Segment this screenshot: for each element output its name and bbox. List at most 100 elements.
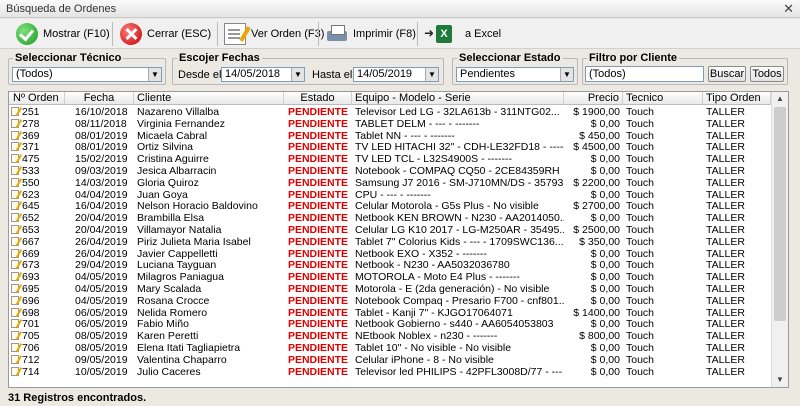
tipo-orden-cell: TALLER <box>706 141 745 154</box>
table-row[interactable]: 669 26/04/2019 Javier Cappelletti PENDIENTE… <box>9 248 771 260</box>
edit-order-icon[interactable] <box>11 154 19 164</box>
table-row[interactable]: 623 04/04/2019 Juan Goya PENDIENTE CPU - ---… <box>9 189 771 201</box>
estado-cell: PENDIENTE <box>287 294 349 307</box>
tecnico-cell: Touch <box>626 188 655 201</box>
edit-order-icon[interactable] <box>11 236 19 246</box>
edit-order-icon[interactable] <box>11 177 19 187</box>
todos-button[interactable]: Todos <box>750 66 784 82</box>
table-row[interactable]: 371 08/01/2019 Ortiz Silvina PENDIENTE TV LE… <box>9 141 771 153</box>
header-fecha[interactable]: Fecha <box>65 92 134 105</box>
mostrar-button[interactable]: Mostrar (F10) <box>16 21 110 47</box>
table-row[interactable]: 278 08/11/2018 Virginia Fernandez PENDIENTE… <box>9 118 771 130</box>
estado-cell: PENDIENTE <box>287 141 349 154</box>
header-equipo[interactable]: Equipo - Modelo - Serie <box>352 92 564 105</box>
header-estado[interactable]: Estado <box>284 92 352 105</box>
ver-orden-button[interactable]: Ver Orden (F3) <box>224 21 324 47</box>
orden-number: 705 <box>22 330 40 343</box>
table-row[interactable]: 705 08/05/2019 Karen Peretti PENDIENTE NEtbo… <box>9 330 771 342</box>
cerrar-label: Cerrar (ESC) <box>147 28 212 40</box>
tecnico-cell: Touch <box>626 117 655 130</box>
edit-order-icon[interactable] <box>11 342 19 352</box>
table-row[interactable]: 533 09/03/2019 Jesica Albarracin PENDIENTE N… <box>9 165 771 177</box>
edit-order-icon[interactable] <box>11 118 19 128</box>
tipo-orden-cell: TALLER <box>706 117 745 130</box>
tecnico-cell: Touch <box>626 153 655 166</box>
edit-order-icon[interactable] <box>11 130 19 140</box>
edit-order-icon[interactable] <box>11 165 19 175</box>
edit-order-icon[interactable] <box>11 272 19 282</box>
imprimir-button[interactable]: Imprimir (F8) <box>326 21 416 47</box>
table-row[interactable]: 698 06/05/2019 Nelida Romero PENDIENTE Table… <box>9 307 771 319</box>
edit-order-icon[interactable] <box>11 189 19 199</box>
header-orden[interactable]: Nº Orden <box>9 92 65 105</box>
table-row[interactable]: 251 16/10/2018 Nazareno Villalba PENDIENTE T… <box>9 106 771 118</box>
cliente-cell: Villamayor Natalia <box>137 223 222 236</box>
scroll-up-icon[interactable]: ▲ <box>772 92 788 106</box>
edit-order-icon[interactable] <box>11 224 19 234</box>
vertical-scrollbar[interactable]: ▲ ▼ <box>771 92 788 387</box>
edit-order-icon[interactable] <box>11 260 19 270</box>
orden-cell: 712 <box>9 354 65 366</box>
edit-order-icon[interactable] <box>11 248 19 258</box>
scroll-down-icon[interactable]: ▼ <box>772 373 788 387</box>
estado-cell: PENDIENTE <box>287 259 349 272</box>
table-row[interactable]: 653 20/04/2019 Villamayor Natalia PENDIENTE… <box>9 224 771 236</box>
table-row[interactable]: 550 14/03/2019 Gloria Quiroz PENDIENTE Samsu… <box>9 177 771 189</box>
table-row[interactable]: 696 04/05/2019 Rosana Crocce PENDIENTE Noteb… <box>9 295 771 307</box>
precio-cell: $ 0,00 <box>590 341 620 354</box>
close-window-icon[interactable]: ✕ <box>783 1 794 17</box>
edit-order-icon[interactable] <box>11 142 19 152</box>
edit-order-icon[interactable] <box>11 283 19 293</box>
header-tipo-orden[interactable]: Tipo Orden <box>703 92 771 105</box>
table-row[interactable]: 645 16/04/2019 Nelson Horacio Baldovino PEN… <box>9 200 771 212</box>
table-row[interactable]: 714 10/05/2019 Julio Caceres PENDIENTE Telev… <box>9 366 771 378</box>
equipo-cell: Motorola - E (2da generación) - No visib… <box>355 282 550 295</box>
header-tecnico[interactable]: Tecnico <box>623 92 703 105</box>
table-row[interactable]: 712 09/05/2019 Valentina Chaparro PENDIENTE… <box>9 354 771 366</box>
desde-date-picker[interactable]: 14/05/2018 ▼ <box>221 67 305 82</box>
precio-cell: $ 0,00 <box>590 365 620 378</box>
table-row[interactable]: 652 20/04/2019 Brambilla Elsa PENDIENTE Netb… <box>9 212 771 224</box>
precio-cell: $ 0,00 <box>590 259 620 272</box>
edit-order-icon[interactable] <box>11 354 19 364</box>
table-row[interactable]: 706 08/05/2019 Elena Itati Tagliapietra PEN… <box>9 342 771 354</box>
excel-button[interactable]: a Excel <box>424 21 501 47</box>
table-row[interactable]: 369 08/01/2019 Micaela Cabral PENDIENTE Tabl… <box>9 130 771 142</box>
edit-order-icon[interactable] <box>11 107 19 116</box>
fecha-cell: 10/05/2019 <box>75 365 128 378</box>
edit-order-icon[interactable] <box>11 366 19 376</box>
orden-cell: 696 <box>9 295 65 307</box>
edit-order-icon[interactable] <box>11 331 19 341</box>
edit-order-icon[interactable] <box>11 213 19 223</box>
hasta-value: 14/05/2019 <box>357 68 413 80</box>
chevron-down-icon[interactable]: ▼ <box>425 68 438 81</box>
edit-order-icon[interactable] <box>11 319 19 329</box>
cliente-cell: Gloria Quiroz <box>137 176 199 189</box>
table-row[interactable]: 475 15/02/2019 Cristina Aguirre PENDIENTE TV… <box>9 153 771 165</box>
table-row[interactable]: 673 29/04/2019 Luciana Tayguan PENDIENTE Net… <box>9 259 771 271</box>
buscar-button[interactable]: Buscar <box>708 66 746 82</box>
fecha-cell: 08/01/2019 <box>75 129 128 142</box>
chevron-down-icon[interactable]: ▼ <box>148 68 161 81</box>
scroll-thumb[interactable] <box>774 107 786 321</box>
cliente-input[interactable]: (Todos) <box>585 66 704 82</box>
equipo-cell: Celular LG K10 2017 - LG-M250AR - 35495.… <box>355 223 564 236</box>
table-row[interactable]: 701 06/05/2019 Fabio Miño PENDIENTE Netbook … <box>9 318 771 330</box>
tecnico-select[interactable]: (Todos) ▼ <box>12 67 162 82</box>
edit-order-icon[interactable] <box>11 201 19 211</box>
header-cliente[interactable]: Cliente <box>134 92 284 105</box>
edit-order-icon[interactable] <box>11 307 19 317</box>
table-row[interactable]: 667 26/04/2019 Piriz Julieta Maria Isabel P… <box>9 236 771 248</box>
chevron-down-icon[interactable]: ▼ <box>560 68 573 81</box>
header-precio[interactable]: Precio <box>564 92 623 105</box>
table-row[interactable]: 693 04/05/2019 Milagros Paniagua PENDIENTE M… <box>9 271 771 283</box>
estado-select[interactable]: Pendientes ▼ <box>456 67 574 82</box>
precio-cell: $ 0,00 <box>590 153 620 166</box>
cliente-cell: Milagros Paniagua <box>137 271 224 284</box>
chevron-down-icon[interactable]: ▼ <box>291 68 304 81</box>
edit-order-icon[interactable] <box>11 295 19 305</box>
cerrar-button[interactable]: Cerrar (ESC) <box>120 21 211 47</box>
orders-grid[interactable]: Nº Orden Fecha Cliente Estado Equipo - M… <box>8 91 789 388</box>
table-row[interactable]: 695 04/05/2019 Mary Scalada PENDIENTE Motoro… <box>9 283 771 295</box>
hasta-date-picker[interactable]: 14/05/2019 ▼ <box>353 67 439 82</box>
